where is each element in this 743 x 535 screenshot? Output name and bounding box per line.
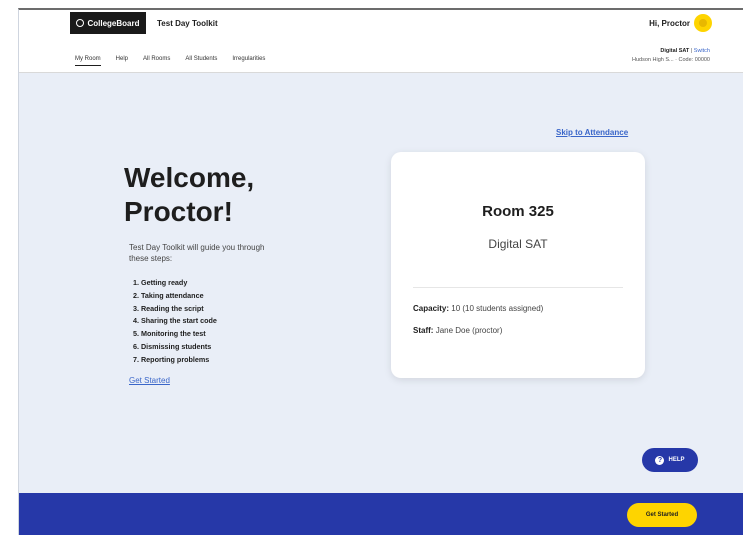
logo-text: CollegeBoard — [87, 18, 140, 28]
capacity-value: 10 (10 students assigned) — [451, 304, 544, 313]
user-greeting[interactable]: Hi, Proctor — [649, 19, 690, 28]
step-item: 2. Taking attendance — [133, 290, 204, 300]
question-icon: ? — [655, 455, 665, 465]
welcome-line-1: Welcome, — [124, 162, 255, 193]
room-name: Room 325 — [482, 203, 554, 220]
avatar[interactable] — [694, 14, 712, 32]
step-item: 4. Sharing the start code — [133, 316, 217, 326]
get-started-link[interactable]: Get Started — [129, 376, 170, 385]
intro-text: Test Day Toolkit will guide you through … — [129, 243, 265, 263]
app-title: Test Day Toolkit — [157, 19, 218, 28]
step-item: 7. Reporting problems — [133, 354, 210, 364]
top-bar: CollegeBoard Test Day Toolkit Hi, Procto… — [19, 10, 743, 37]
nav-bar: My Room Help All Rooms All Students Irre… — [19, 37, 743, 73]
page-title: Welcome, Proctor! — [124, 161, 324, 229]
help-label: HELP — [668, 457, 685, 463]
step-item: 1. Getting ready — [133, 278, 188, 287]
capacity-label: Capacity: — [413, 304, 450, 313]
get-started-button[interactable]: Get Started — [627, 503, 697, 527]
steps-list: 1. Getting ready 2. Taking attendance 3.… — [133, 277, 217, 367]
welcome-line-2: Proctor! — [124, 196, 233, 227]
divider — [413, 287, 623, 288]
exam-name: Digital SAT — [488, 237, 548, 251]
tab-all-students[interactable]: All Students — [185, 56, 217, 66]
step-item: 5. Monitoring the test — [133, 329, 206, 339]
tab-my-room[interactable]: My Room — [75, 56, 101, 66]
step-item: 3. Reading the script — [133, 303, 204, 313]
tab-help[interactable]: Help — [116, 56, 128, 66]
footer-bar: Get Started — [19, 493, 743, 535]
room-card: Room 325 Digital SAT Capacity: 10 (10 st… — [391, 152, 645, 378]
tab-irregularities[interactable]: Irregularities — [232, 56, 265, 66]
staff-value: Jane Doe (proctor) — [435, 326, 503, 335]
help-button[interactable]: ? HELP — [642, 448, 698, 472]
capacity-row: Capacity: 10 (10 students assigned) — [413, 304, 543, 313]
college-board-logo[interactable]: CollegeBoard — [70, 12, 146, 34]
room-info: Digital SAT | Switch Hudson High S... · … — [632, 47, 710, 65]
staff-label: Staff: — [413, 326, 434, 335]
app-window: CollegeBoard Test Day Toolkit Hi, Procto… — [18, 8, 743, 535]
main-nav: My Room Help All Rooms All Students Irre… — [75, 56, 265, 66]
switch-link[interactable]: Switch — [694, 48, 710, 54]
skip-to-attendance-link[interactable]: Skip to Attendance — [556, 128, 628, 137]
staff-row: Staff: Jane Doe (proctor) — [413, 326, 502, 335]
acorn-icon — [76, 19, 85, 27]
school-code: Hudson High S... · Code: 00000 — [632, 57, 710, 63]
step-item: 6. Dismissing students — [133, 341, 212, 351]
user-icon — [699, 19, 707, 27]
test-name: Digital SAT — [660, 48, 690, 54]
tab-all-rooms[interactable]: All Rooms — [143, 56, 170, 66]
